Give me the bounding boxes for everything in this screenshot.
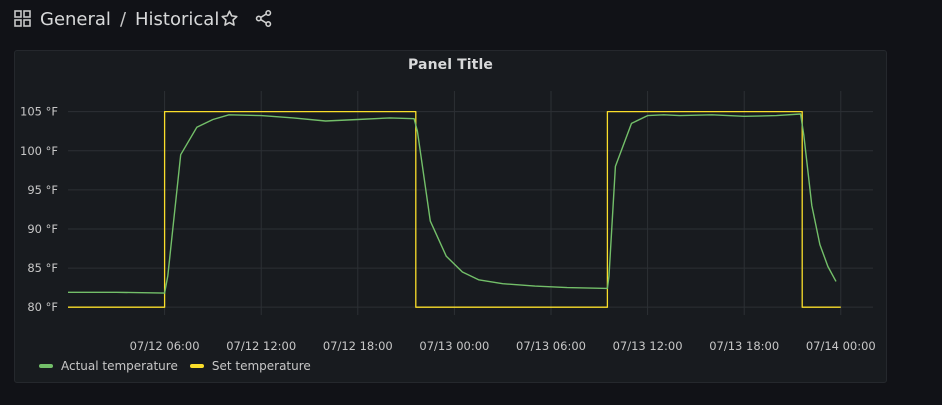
y-tick-label: 90 °F (27, 222, 58, 236)
x-tick-label: 07/12 12:00 (226, 339, 296, 353)
x-tick-label: 07/12 06:00 (130, 339, 200, 353)
legend-label: Actual temperature (61, 359, 178, 373)
share-icon[interactable] (254, 9, 273, 28)
legend-swatch (189, 364, 204, 368)
y-tick-label: 85 °F (27, 261, 58, 275)
breadcrumb: General / Historical (40, 6, 219, 32)
breadcrumb-separator: / (119, 8, 127, 30)
x-tick-label: 07/13 12:00 (613, 339, 683, 353)
actual-temperature-line (68, 113, 837, 294)
legend-label: Set temperature (211, 359, 311, 373)
dashboard-header: General / Historical (0, 0, 942, 38)
x-tick-label: 07/13 06:00 (516, 339, 586, 353)
chart-panel[interactable]: 80 °F 85 °F 90 °F 95 °F 100 °F 105 °F 07/12 06… (14, 50, 887, 383)
y-tick-label: 100 °F (20, 144, 58, 158)
breadcrumb-dashboard[interactable]: Historical (135, 9, 219, 30)
legend-item-set[interactable]: Set temperature (189, 359, 311, 373)
chart-legend: Actual temperature Set temperature (39, 357, 323, 375)
breadcrumb-folder[interactable]: General (40, 9, 111, 30)
y-tick-label: 80 °F (27, 300, 58, 314)
star-icon[interactable] (220, 9, 239, 28)
x-tick-label: 07/13 18:00 (709, 339, 779, 353)
panel-title[interactable]: Panel Title (15, 57, 886, 73)
y-tick-label: 105 °F (20, 105, 58, 119)
legend-item-actual[interactable]: Actual temperature (39, 359, 178, 373)
x-tick-label: 07/13 00:00 (419, 339, 489, 353)
time-series-chart: 80 °F 85 °F 90 °F 95 °F 100 °F 105 °F 07/12 06… (20, 91, 876, 353)
legend-swatch (39, 364, 53, 368)
y-tick-label: 95 °F (27, 183, 58, 197)
x-tick-label: 07/14 00:00 (806, 339, 876, 353)
grid-icon[interactable] (14, 10, 31, 27)
x-tick-label: 07/12 18:00 (323, 339, 393, 353)
